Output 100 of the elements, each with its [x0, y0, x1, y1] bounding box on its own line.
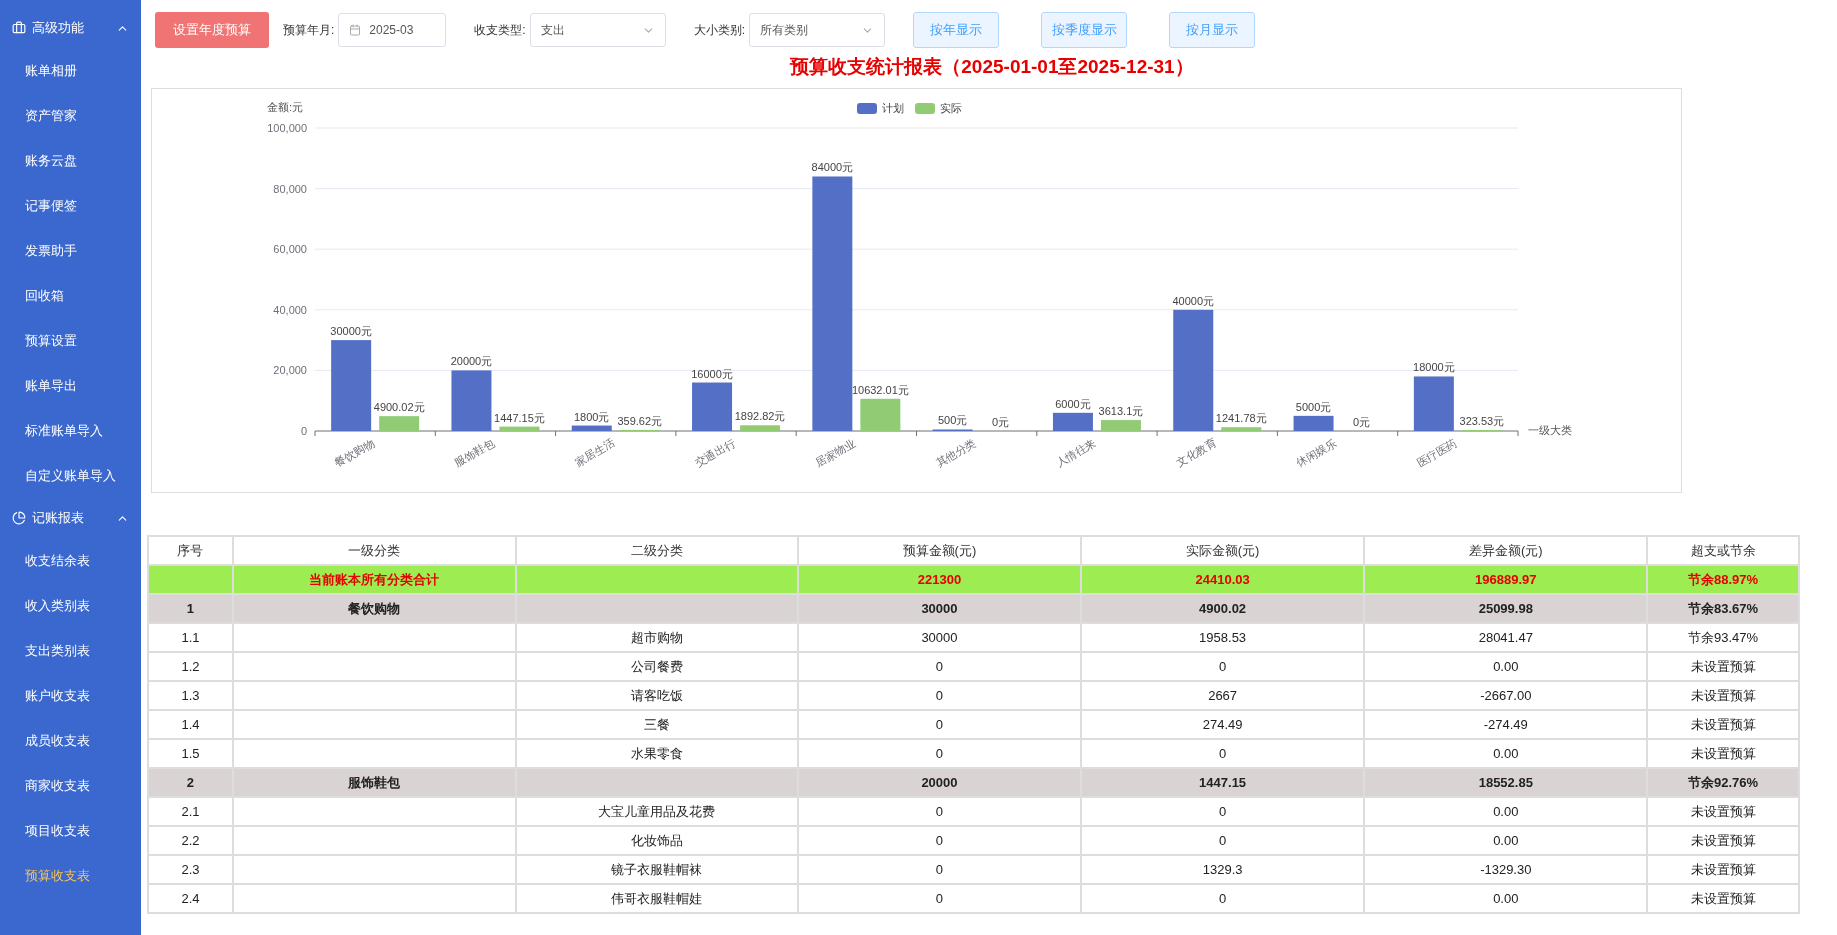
- data-label: 1447.15元: [494, 411, 545, 424]
- axis-title: 金额:元: [267, 101, 304, 113]
- table-cell: 1.4: [148, 710, 233, 739]
- axis-tick-label: 60,000: [273, 243, 307, 256]
- select-field[interactable]: 支出: [529, 13, 666, 47]
- table-cell: 274.49: [1080, 710, 1365, 739]
- category-label: 人情往来: [1053, 436, 1098, 469]
- axis-tick-label: 40,000: [273, 303, 307, 316]
- sidebar-item[interactable]: 账单相册: [0, 48, 141, 93]
- view-button[interactable]: 按月显示: [1169, 12, 1256, 48]
- column-header: 二级分类: [515, 536, 799, 565]
- table-cell: -274.49: [1364, 710, 1648, 739]
- sidebar-item[interactable]: 记事便签: [0, 183, 141, 228]
- category-label: 家居生活: [572, 436, 617, 469]
- data-label: 30000元: [330, 325, 372, 338]
- table-cell: 20000: [798, 768, 1081, 797]
- column-header: 预算金额(元): [798, 536, 1081, 565]
- sidebar-item[interactable]: 自定义账单导入: [0, 453, 141, 498]
- sidebar-section-header[interactable]: 高级功能: [0, 8, 141, 48]
- legend-label: 计划: [882, 102, 904, 114]
- table-cell: 0.00: [1364, 652, 1648, 681]
- data-label: 6000元: [1055, 397, 1091, 410]
- table-cell: 0: [798, 855, 1081, 884]
- table-cell: 大宝儿童用品及花费: [515, 797, 799, 826]
- view-button[interactable]: 按季度显示: [1041, 12, 1128, 48]
- table-cell: 节余88.97%: [1647, 565, 1799, 594]
- table-cell: 当前账本所有分类合计: [232, 565, 516, 594]
- sidebar-item[interactable]: 成员收支表: [0, 718, 141, 763]
- legend-item[interactable]: 实际: [915, 102, 962, 114]
- table-cell: 超市购物: [515, 623, 799, 652]
- sidebar-item[interactable]: 预算收支表: [0, 853, 141, 898]
- table-cell: 未设置预算: [1647, 681, 1799, 710]
- report-title: 预算收支统计报表（2025-01-01至2025-12-31）: [788, 55, 1195, 79]
- axis-tick-label: 100,000: [267, 122, 307, 134]
- table-cell: 0: [1080, 797, 1365, 826]
- table-cell: 1.3: [148, 681, 233, 710]
- table-cell: 24410.03: [1080, 565, 1365, 594]
- sidebar-item[interactable]: 账务云盘: [0, 138, 141, 183]
- bar: [1100, 420, 1141, 431]
- table-cell: 2: [148, 768, 233, 797]
- sidebar-item[interactable]: 账单导出: [0, 363, 141, 408]
- table-cell: 1.5: [148, 739, 233, 768]
- sidebar-item[interactable]: 回收箱: [0, 273, 141, 318]
- axis-tick-label: 20,000: [273, 364, 307, 377]
- table-cell: 服饰鞋包: [232, 768, 516, 797]
- table-cell: 餐饮购物: [232, 594, 516, 623]
- table-cell: 2.3: [148, 855, 233, 884]
- sidebar-section-header[interactable]: 记账报表: [0, 498, 141, 538]
- column-header: 实际金额(元): [1080, 536, 1365, 565]
- set-budget-button[interactable]: 设置年度预算: [155, 12, 269, 48]
- field-label: 大小类别:: [693, 21, 746, 39]
- legend-item[interactable]: 计划: [857, 102, 904, 114]
- date-field[interactable]: 2025-03: [338, 13, 447, 47]
- data-label: 323.53元: [1459, 415, 1505, 427]
- table-cell: 2.2: [148, 826, 233, 855]
- bar: [692, 382, 733, 431]
- sidebar-item[interactable]: 收支结余表: [0, 538, 141, 583]
- data-label: 500元: [937, 414, 968, 427]
- table-cell: 0: [798, 681, 1081, 710]
- table-cell: 节余83.67%: [1647, 594, 1799, 623]
- briefcase-icon: [12, 21, 26, 35]
- table-cell: 0: [798, 739, 1081, 768]
- category-label: 其他分类: [933, 436, 978, 469]
- table-cell: 公司餐费: [515, 652, 799, 681]
- table-cell: 水果零食: [515, 739, 799, 768]
- select-field[interactable]: 所有类别: [749, 13, 886, 47]
- data-label: 4900.02元: [373, 401, 425, 414]
- bar: [451, 370, 492, 431]
- table-cell: 0: [1080, 652, 1365, 681]
- data-label: 359.62元: [617, 414, 663, 427]
- sidebar-item[interactable]: 收入类别表: [0, 583, 141, 628]
- data-label: 40000元: [1172, 294, 1215, 307]
- sidebar-item[interactable]: 发票助手: [0, 228, 141, 273]
- view-button[interactable]: 按年显示: [913, 12, 1000, 48]
- sidebar-item[interactable]: 资产管家: [0, 93, 141, 138]
- sidebar-item[interactable]: 标准账单导入: [0, 408, 141, 453]
- data-label: 1241.78元: [1215, 412, 1267, 425]
- table-cell: 0: [798, 826, 1081, 855]
- table-cell: 30000: [798, 594, 1081, 623]
- bar: [740, 425, 781, 431]
- sidebar-item[interactable]: 预算设置: [0, 318, 141, 363]
- pie-chart-icon: [12, 511, 26, 525]
- sidebar-item[interactable]: 项目收支表: [0, 808, 141, 853]
- table-cell: 未设置预算: [1647, 739, 1799, 768]
- table-cell: 0: [798, 884, 1081, 913]
- bar: [499, 426, 540, 431]
- table-cell: 0: [1080, 826, 1365, 855]
- table-cell: 伟哥衣服鞋帽娃: [515, 884, 799, 913]
- sidebar-item[interactable]: 商家收支表: [0, 763, 141, 808]
- data-label: 3613.1元: [1098, 405, 1144, 418]
- field-label: 预算年月:: [283, 21, 335, 39]
- axis-tick-label: 0: [300, 425, 307, 437]
- sidebar-item[interactable]: 支出类别表: [0, 628, 141, 673]
- column-header: 一级分类: [232, 536, 516, 565]
- category-label: 医疗医药: [1414, 436, 1459, 469]
- sidebar-item[interactable]: 账户收支表: [0, 673, 141, 718]
- axis-title: 一级大类: [1528, 424, 1572, 436]
- table-cell: 未设置预算: [1647, 884, 1799, 913]
- table-cell: 221300: [798, 565, 1081, 594]
- table-cell: -2667.00: [1364, 681, 1648, 710]
